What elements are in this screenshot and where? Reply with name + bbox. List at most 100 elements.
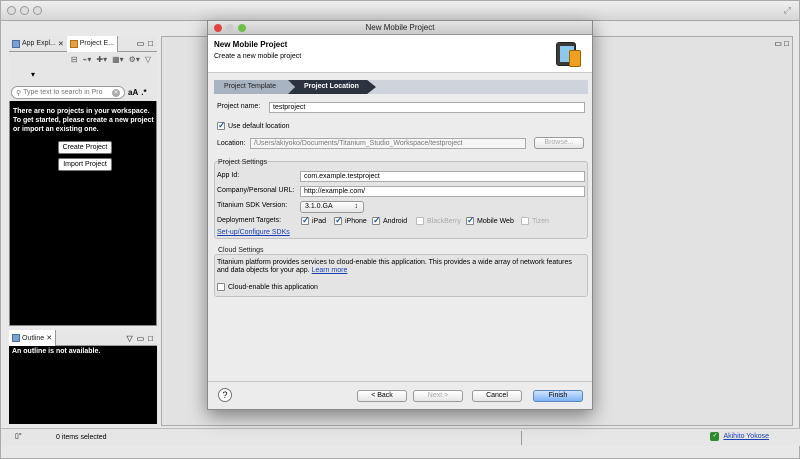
minimize-window-icon[interactable] [20, 6, 29, 15]
next-button[interactable]: Next > [413, 390, 463, 402]
create-project-button[interactable]: Create Project [58, 141, 112, 154]
target-label: iPhone [345, 217, 367, 225]
regex-toggle[interactable]: .* [141, 88, 146, 97]
app-id-field[interactable]: com.example.testproject [300, 171, 585, 182]
target-android[interactable]: Android [372, 215, 408, 226]
company-url-field[interactable]: http://example.com/ [300, 186, 585, 197]
explorer-search: ⚲ Type text to search in Pro ✕ aA .* [9, 84, 157, 101]
target-mobile-web-checkbox[interactable] [466, 215, 475, 226]
project-name-label: Project name: [217, 103, 261, 110]
new-mobile-project-dialog: New Mobile Project New Mobile Project Cr… [207, 20, 593, 410]
status-bar: ▯° 0 items selected ✓ Akihito Yokose [1, 428, 800, 446]
deployment-targets-label: Deployment Targets: [217, 217, 282, 224]
header-subtitle: Create a new mobile project [214, 53, 302, 60]
filter-icon[interactable]: ⌁▾ [83, 55, 92, 64]
dialog-title: New Mobile Project [365, 23, 435, 32]
browse-button[interactable]: Browse... [534, 137, 584, 149]
tab-outline[interactable]: Outline ✕ [9, 330, 57, 346]
zoom-window-icon[interactable] [33, 6, 42, 15]
project-dropdown[interactable]: ▾ [9, 66, 157, 84]
cloud-description-text: Titanium platform provides services to c… [217, 259, 572, 274]
tab-label: App Expl... [22, 40, 56, 47]
cloud-settings-title: Cloud Settings [218, 247, 264, 254]
outline-icon [12, 334, 20, 342]
step-project-template[interactable]: Project Template [214, 80, 294, 94]
tab-app-explorer[interactable]: App Expl... ✕ [9, 36, 67, 52]
target-blackberry[interactable]: BlackBerry [416, 217, 461, 225]
fullscreen-icon[interactable]: ⤢ [784, 5, 791, 16]
target-label: BlackBerry [427, 217, 461, 225]
tab-label: Project E... [79, 40, 114, 47]
app-id-label: App Id: [217, 172, 240, 179]
learn-more-link[interactable]: Learn more [312, 267, 348, 274]
target-mobile-web[interactable]: Mobile Web [466, 215, 514, 226]
publish-icon[interactable]: ✚▾ [96, 55, 107, 64]
sdk-version-select[interactable]: 3.1.0.GA ↕ [300, 201, 364, 213]
close-window-icon[interactable] [7, 6, 16, 15]
project-name-field[interactable]: testproject [269, 102, 585, 113]
clear-search-icon[interactable]: ✕ [112, 88, 120, 97]
minimize-dialog-icon [226, 24, 234, 32]
chevron-updown-icon: ↕ [354, 203, 359, 210]
dialog-footer: ? < Back Next > Cancel Finish [208, 381, 592, 409]
company-url-label: Company/Personal URL: [217, 187, 295, 194]
step-project-location[interactable]: Project Location [288, 80, 376, 94]
target-ipad-checkbox[interactable] [301, 215, 310, 226]
cloud-description: Titanium platform provides services to c… [217, 259, 577, 275]
import-project-button[interactable]: Import Project [58, 158, 112, 171]
cloud-enable-checkbox[interactable] [217, 283, 225, 291]
configure-sdks-link[interactable]: Set-up/Configure SDKs [217, 229, 290, 236]
back-button[interactable]: < Back [357, 390, 407, 402]
close-dialog-icon[interactable] [214, 24, 222, 32]
target-tizen-checkbox[interactable] [521, 217, 529, 225]
main-titlebar: ⤢ [1, 1, 799, 21]
close-tab-icon[interactable]: ✕ [46, 334, 52, 342]
use-default-location-label: Use default location [228, 122, 290, 130]
view-menu-icon[interactable]: ▽ [145, 55, 151, 64]
case-sensitive-toggle[interactable]: aA [128, 88, 138, 97]
target-label: Android [383, 217, 408, 225]
target-label: Mobile Web [477, 217, 514, 225]
target-ipad[interactable]: iPad [301, 215, 326, 226]
use-default-location-row[interactable]: Use default location [217, 120, 290, 131]
target-iphone-checkbox[interactable] [334, 215, 343, 226]
close-tab-icon[interactable]: ✕ [58, 40, 64, 48]
dialog-titlebar: New Mobile Project [208, 21, 592, 35]
cloud-enable-row[interactable]: Cloud-enable this application [217, 283, 318, 291]
target-iphone[interactable]: iPhone [334, 215, 367, 226]
target-tizen[interactable]: Tizen [521, 217, 549, 225]
shield-icon: ✓ [710, 432, 720, 441]
project-explorer-icon [69, 39, 78, 48]
minimize-panel-icon[interactable]: ▭ [137, 39, 145, 48]
editor-controls: ▭ □ [774, 39, 789, 48]
chevron-down-icon: ▾ [31, 70, 36, 79]
tab-label: Outline [22, 334, 45, 342]
maximize-panel-icon[interactable]: □ [148, 39, 153, 48]
target-blackberry-checkbox[interactable] [416, 217, 424, 225]
use-default-location-checkbox[interactable] [217, 120, 226, 131]
sdk-version-label: Titanium SDK Version: [217, 202, 288, 209]
status-icon: ▯° [15, 433, 22, 440]
target-android-checkbox[interactable] [372, 215, 381, 226]
cancel-button[interactable]: Cancel [472, 390, 522, 402]
user-link[interactable]: Akihito Yokose [723, 433, 769, 440]
tab-project-explorer[interactable]: Project E... [66, 35, 118, 52]
maximize-panel-icon[interactable]: □ [148, 334, 153, 343]
deploy-icon[interactable]: ▦▾ [112, 55, 124, 64]
minimize-panel-icon[interactable]: ▭ [137, 334, 145, 343]
project-settings-title: Project Settings [218, 159, 268, 166]
search-input[interactable]: ⚲ Type text to search in Pro ✕ [11, 86, 125, 99]
run-icon[interactable]: ⚙▾ [129, 55, 140, 64]
location-label: Location: [217, 140, 246, 147]
collapse-icon[interactable]: ⊟ [71, 55, 78, 64]
mobile-devices-icon [556, 40, 582, 68]
view-menu-icon[interactable]: ▽ [126, 334, 132, 343]
minimize-panel-icon[interactable]: ▭ [774, 39, 782, 48]
location-field[interactable]: /Users/akiyoko/Documents/Titanium_Studio… [250, 138, 526, 149]
help-icon[interactable]: ? [218, 388, 232, 402]
status-divider [521, 431, 522, 445]
search-icon: ⚲ [16, 89, 22, 97]
zoom-dialog-icon[interactable] [238, 24, 246, 32]
finish-button[interactable]: Finish [533, 390, 583, 402]
maximize-panel-icon[interactable]: □ [784, 39, 789, 48]
